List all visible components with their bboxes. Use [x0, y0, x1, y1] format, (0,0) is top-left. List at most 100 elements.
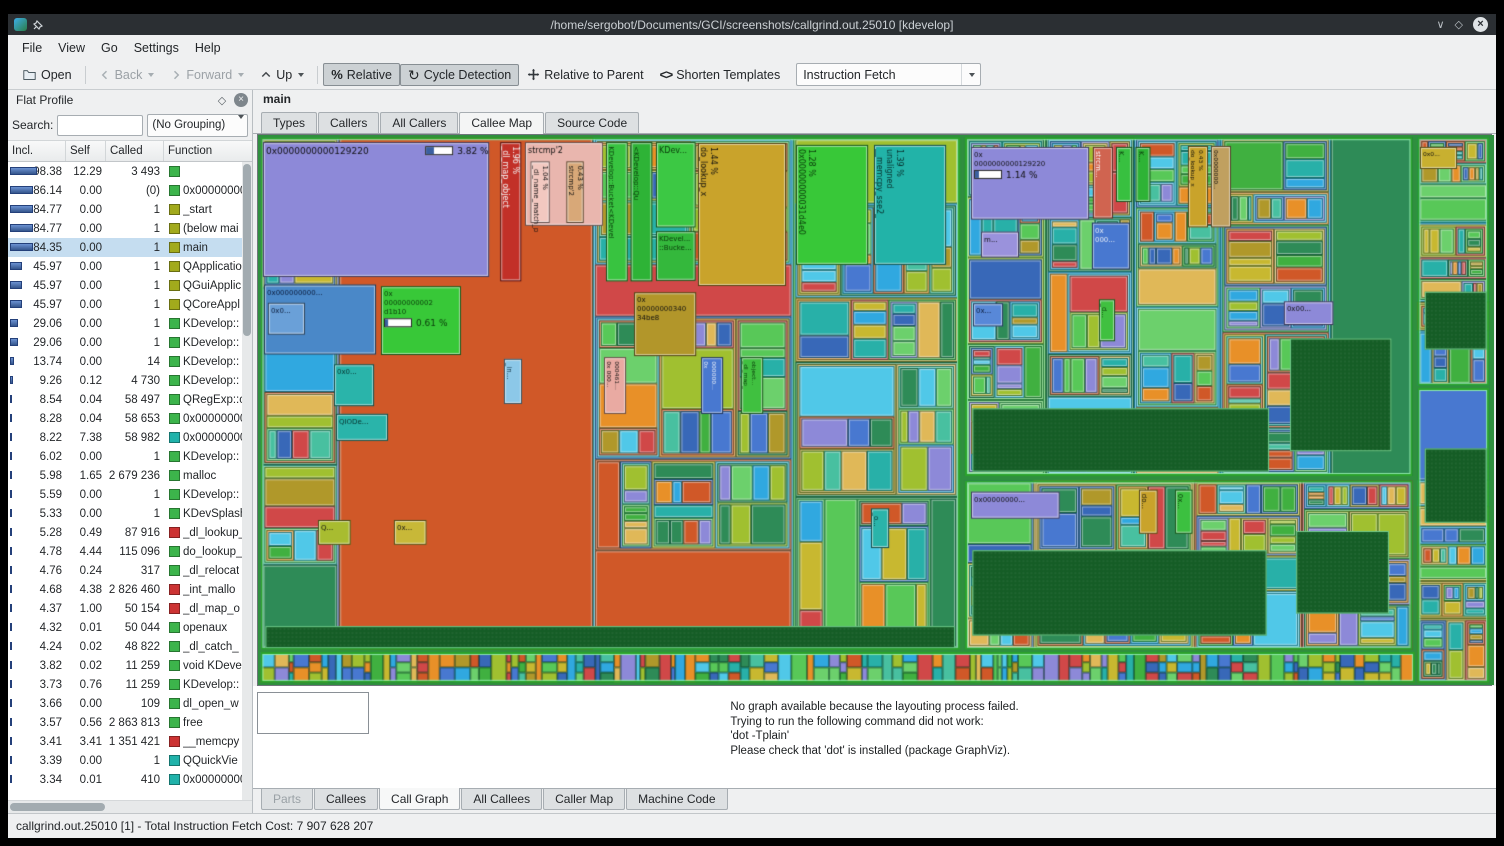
table-row[interactable]: 8.227.3858 9820x00000000	[8, 428, 252, 447]
table-row[interactable]: 84.350.001main	[8, 238, 252, 257]
table-row[interactable]: 84.770.001_start	[8, 200, 252, 219]
tab-source-code[interactable]: Source Code	[545, 112, 639, 133]
function-title: main	[253, 90, 1496, 110]
tab-call-graph[interactable]: Call Graph	[379, 788, 460, 810]
status-text: callgrind.out.25010 [1] - Total Instruct…	[16, 819, 373, 833]
close-button[interactable]: ×	[1473, 17, 1488, 32]
up-dropdown-icon[interactable]	[298, 73, 304, 77]
menu-item-go[interactable]: Go	[93, 38, 126, 58]
event-type-combo[interactable]: Instruction Fetch	[796, 63, 981, 86]
table-row[interactable]: 3.340.014100x00000000	[8, 770, 252, 789]
table-row[interactable]: 29.060.001KDevelop::	[8, 333, 252, 352]
menu-item-file[interactable]: File	[14, 38, 50, 58]
search-label: Search:	[12, 118, 53, 132]
table-row[interactable]: 8.540.0458 497QRegExp::c	[8, 390, 252, 409]
close-dock-icon[interactable]: ×	[234, 93, 248, 107]
status-bar: callgrind.out.25010 [1] - Total Instruct…	[8, 813, 1496, 838]
toolbar-separator	[85, 66, 86, 84]
tab-parts[interactable]: Parts	[261, 789, 313, 810]
grouping-combo[interactable]: (No Grouping)	[147, 114, 248, 137]
table-row[interactable]: 98.3812.293 493	[8, 162, 252, 181]
minimize-button[interactable]: ∨	[1436, 17, 1444, 33]
up-button[interactable]: Up	[252, 64, 312, 86]
table-row[interactable]: 45.970.001QApplicatio	[8, 257, 252, 276]
table-row[interactable]: 5.280.4987 916_dl_lookup_	[8, 523, 252, 542]
cycle-detection-toggle[interactable]: ↻ Cycle Detection	[400, 64, 519, 86]
menu-item-help[interactable]: Help	[187, 38, 229, 58]
table-row[interactable]: 29.060.001KDevelop::	[8, 314, 252, 333]
relative-toggle[interactable]: % Relative	[323, 63, 400, 86]
table-row[interactable]: 13.740.0014KDevelop::	[8, 352, 252, 371]
table-row[interactable]: 3.820.0211 259void KDeve	[8, 656, 252, 675]
tab-callers[interactable]: Callers	[318, 112, 379, 133]
tab-types[interactable]: Types	[261, 112, 317, 133]
back-icon	[99, 69, 111, 81]
forward-icon	[170, 69, 182, 81]
search-input[interactable]	[57, 115, 143, 136]
tab-callee-map[interactable]: Callee Map	[459, 112, 544, 134]
relative-to-parent-toggle[interactable]: Relative to Parent	[519, 64, 651, 86]
pin-icon	[33, 20, 43, 30]
tab-callees[interactable]: Callees	[314, 789, 378, 810]
tab-caller-map[interactable]: Caller Map	[543, 789, 625, 810]
table-row[interactable]: 86.140.00(0)0x00000000	[8, 181, 252, 200]
window-title: /home/sergobot/Documents/GCI/screenshots…	[8, 18, 1496, 32]
graph-message-line: Trying to run the following command did …	[730, 715, 1018, 730]
vertical-scrollbar[interactable]	[242, 162, 252, 800]
table-row[interactable]: 4.684.382 826 460_int_mallo	[8, 580, 252, 599]
table-row[interactable]: 3.390.001QQuickVie	[8, 751, 252, 770]
table-row[interactable]: 8.280.0458 6530x00000000	[8, 409, 252, 428]
table-row[interactable]: 84.770.001(below mai	[8, 219, 252, 238]
column-incl: Incl.	[8, 141, 66, 161]
table-row[interactable]: 4.240.0248 822_dl_catch_	[8, 637, 252, 656]
graph-message-line: No graph available because the layouting…	[730, 700, 1018, 715]
callee-map[interactable]	[258, 135, 1494, 685]
table-row[interactable]: 3.730.7611 259KDevelop::	[8, 675, 252, 694]
graph-message: No graph available because the layouting…	[730, 700, 1018, 758]
shorten-templates-toggle[interactable]: <> Shorten Templates	[652, 64, 789, 86]
graph-message-line: Please check that 'dot' is installed (pa…	[730, 744, 1018, 759]
tab-machine-code[interactable]: Machine Code	[626, 789, 727, 810]
table-row[interactable]: 3.570.562 863 813free	[8, 713, 252, 732]
table-row[interactable]: 3.660.00109dl_open_w	[8, 694, 252, 713]
title-bar[interactable]: /home/sergobot/Documents/GCI/screenshots…	[8, 14, 1496, 35]
maximize-button[interactable]: ◇	[1455, 17, 1463, 33]
table-row[interactable]: 45.970.001QCoreAppl	[8, 295, 252, 314]
table-row[interactable]: 45.970.001QGuiApplic	[8, 276, 252, 295]
table-row[interactable]: 9.260.124 730KDevelop::	[8, 371, 252, 390]
angle-brackets-icon: <>	[660, 68, 673, 82]
table-row[interactable]: 4.784.44115 096do_lookup_	[8, 542, 252, 561]
table-row[interactable]: 6.020.001KDevelop::	[8, 447, 252, 466]
table-row[interactable]: 4.371.0050 154_dl_map_o	[8, 599, 252, 618]
open-button[interactable]: Open	[14, 64, 80, 86]
float-dock-icon[interactable]: ◇	[214, 94, 230, 107]
column-function: Function	[164, 141, 252, 161]
tab-all-callers[interactable]: All Callers	[380, 112, 458, 133]
horizontal-scrollbar-handle[interactable]	[10, 803, 105, 811]
tab-all-callees[interactable]: All Callees	[461, 789, 542, 810]
forward-dropdown-icon[interactable]	[238, 73, 244, 77]
menu-item-view[interactable]: View	[50, 38, 93, 58]
percent-icon: %	[331, 67, 343, 82]
table-row[interactable]: 3.413.411 351 421__memcpy	[8, 732, 252, 751]
forward-button[interactable]: Forward	[162, 64, 252, 86]
table-row[interactable]: 5.981.652 679 236malloc	[8, 466, 252, 485]
dock-title: Flat Profile	[16, 93, 214, 107]
graph-overview-box[interactable]	[257, 692, 369, 734]
vertical-scrollbar-handle[interactable]	[243, 164, 251, 336]
table-header[interactable]: Incl. Self Called Function	[8, 140, 252, 162]
table-row[interactable]: 4.320.0150 044openaux	[8, 618, 252, 637]
back-dropdown-icon[interactable]	[148, 73, 154, 77]
chevron-down-icon	[961, 64, 980, 85]
chevron-down-icon	[232, 119, 247, 131]
toolbar: Open Back Forward Up % Relative ↻	[8, 60, 1496, 90]
table-row[interactable]: 5.330.001KDevSplash	[8, 504, 252, 523]
graph-message-line: 'dot -Tplain'	[730, 729, 1018, 744]
table-row[interactable]: 5.590.001KDevelop::	[8, 485, 252, 504]
menu-item-settings[interactable]: Settings	[126, 38, 187, 58]
back-button[interactable]: Back	[91, 64, 163, 86]
app-icon	[14, 18, 27, 31]
kcachegrind-window: /home/sergobot/Documents/GCI/screenshots…	[8, 14, 1496, 838]
horizontal-scrollbar[interactable]	[8, 800, 252, 813]
table-row[interactable]: 4.760.24317_dl_relocat	[8, 561, 252, 580]
